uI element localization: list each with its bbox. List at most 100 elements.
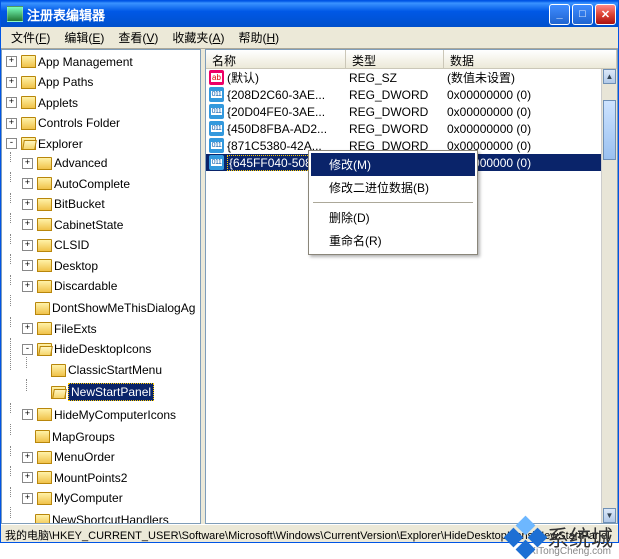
menu-help[interactable]: 帮助(H) [232, 27, 285, 48]
tree-item[interactable]: MyComputer [54, 490, 123, 506]
tree-item[interactable]: Explorer [38, 136, 83, 152]
tree-item[interactable]: MenuOrder [54, 449, 115, 465]
watermark-logo-icon [504, 515, 548, 559]
value-name: (默认) [227, 69, 259, 86]
ctx-delete[interactable]: 删除(D) [311, 206, 475, 229]
scrollbar[interactable]: ▲ ▼ [601, 69, 617, 523]
tree-item[interactable]: CabinetState [54, 217, 123, 233]
folder-icon [21, 117, 36, 130]
scroll-up-icon[interactable]: ▲ [603, 69, 616, 84]
binary-value-icon [209, 104, 224, 119]
tree-item[interactable]: Applets [38, 95, 78, 111]
tree-item[interactable]: ClassicStartMenu [68, 362, 162, 378]
menu-bar: 文件(F) 编辑(E) 查看(V) 收藏夹(A) 帮助(H) [1, 27, 618, 49]
expand-icon[interactable]: + [22, 158, 33, 169]
expand-icon[interactable]: + [22, 493, 33, 504]
tree-item-selected[interactable]: NewStartPanel [68, 383, 154, 401]
context-menu: 修改(M) 修改二进位数据(B) 删除(D) 重命名(R) [308, 150, 478, 255]
folder-icon [37, 408, 52, 421]
value-name: {208D2C60-3AE... [227, 88, 325, 102]
tree-item[interactable]: BitBucket [54, 196, 105, 212]
close-button[interactable]: ✕ [595, 4, 616, 25]
tree-item[interactable]: App Paths [38, 74, 93, 90]
value-data: 0x00000000 (0) [444, 105, 617, 119]
separator [313, 202, 473, 203]
tree-item[interactable]: HideMyComputerIcons [54, 407, 176, 423]
collapse-icon[interactable]: - [22, 344, 33, 355]
tree-item[interactable]: NewShortcutHandlers [52, 512, 169, 524]
expand-icon[interactable]: + [6, 77, 17, 88]
scroll-thumb[interactable] [603, 100, 616, 160]
expand-icon[interactable]: + [6, 118, 17, 129]
folder-icon [21, 76, 36, 89]
folder-icon [35, 514, 50, 525]
expand-icon[interactable]: + [22, 219, 33, 230]
value-type: REG_SZ [346, 71, 444, 85]
column-data[interactable]: 数据 [444, 50, 617, 68]
ctx-modify-binary[interactable]: 修改二进位数据(B) [311, 176, 475, 199]
tree-item[interactable]: App Management [38, 54, 133, 70]
list-row[interactable]: {450D8FBA-AD2...REG_DWORD0x00000000 (0) [206, 120, 617, 137]
expand-icon[interactable]: + [22, 323, 33, 334]
expand-icon[interactable]: + [22, 199, 33, 210]
watermark-text: 系统城 [547, 521, 613, 553]
title-bar[interactable]: 注册表编辑器 _ □ ✕ [1, 1, 618, 27]
expand-icon[interactable]: + [22, 472, 33, 483]
expand-icon[interactable]: + [22, 260, 33, 271]
folder-icon [37, 259, 52, 272]
ctx-rename[interactable]: 重命名(R) [311, 229, 475, 252]
string-value-icon [209, 70, 224, 85]
menu-file[interactable]: 文件(F) [5, 27, 56, 48]
binary-value-icon [209, 121, 224, 136]
list-row[interactable]: {20D04FE0-3AE...REG_DWORD0x00000000 (0) [206, 103, 617, 120]
value-type: REG_DWORD [346, 122, 444, 136]
value-type: REG_DWORD [346, 105, 444, 119]
folder-icon [37, 198, 52, 211]
binary-value-icon [209, 138, 224, 153]
tree-item[interactable]: AutoComplete [54, 176, 130, 192]
tree-item[interactable]: HideDesktopIcons [54, 341, 151, 357]
column-name[interactable]: 名称 [206, 50, 346, 68]
value-data: 0x00000000 (0) [444, 88, 617, 102]
tree-item[interactable]: FileExts [54, 321, 97, 337]
expand-icon[interactable]: + [6, 97, 17, 108]
value-type: REG_DWORD [346, 88, 444, 102]
minimize-button[interactable]: _ [549, 4, 570, 25]
tree-item[interactable]: Controls Folder [38, 115, 120, 131]
tree-item[interactable]: MapGroups [52, 429, 115, 445]
tree-item[interactable]: Desktop [54, 258, 98, 274]
expand-icon[interactable]: + [22, 452, 33, 463]
maximize-button[interactable]: □ [572, 4, 593, 25]
folder-icon [37, 157, 52, 170]
collapse-icon[interactable]: - [6, 138, 17, 149]
registry-tree[interactable]: + App Management + App Paths + Applets + Con… [1, 49, 201, 524]
tree-item[interactable]: Advanced [54, 155, 107, 171]
tree-item[interactable]: Discardable [54, 278, 117, 294]
folder-icon [37, 280, 52, 293]
tree-item[interactable]: MountPoints2 [54, 470, 127, 486]
folder-open-icon [37, 343, 52, 356]
watermark: 系统城 [510, 521, 613, 553]
menu-favorites[interactable]: 收藏夹(A) [166, 27, 230, 48]
expand-icon[interactable]: + [22, 178, 33, 189]
ctx-modify[interactable]: 修改(M) [311, 153, 475, 176]
list-row[interactable]: (默认)REG_SZ(数值未设置) [206, 69, 617, 86]
menu-view[interactable]: 查看(V) [112, 27, 164, 48]
value-list[interactable]: 名称 类型 数据 (默认)REG_SZ(数值未设置){208D2C60-3AE.… [205, 49, 618, 524]
tree-item[interactable]: CLSID [54, 237, 89, 253]
folder-icon [35, 430, 50, 443]
list-row[interactable]: {208D2C60-3AE... REG_DWORD0x00000000 (0) [206, 86, 617, 103]
menu-edit[interactable]: 编辑(E) [58, 27, 110, 48]
expand-icon[interactable]: + [22, 240, 33, 251]
binary-value-icon [209, 87, 224, 102]
binary-value-icon [209, 155, 224, 170]
column-type[interactable]: 类型 [346, 50, 444, 68]
folder-icon [21, 55, 36, 68]
expand-icon[interactable]: + [22, 281, 33, 292]
expand-icon[interactable]: + [22, 409, 33, 420]
tree-item[interactable]: DontShowMeThisDialogAg [52, 300, 195, 316]
folder-icon [37, 239, 52, 252]
expand-icon[interactable]: + [6, 56, 17, 67]
folder-icon [37, 471, 52, 484]
folder-icon [21, 96, 36, 109]
